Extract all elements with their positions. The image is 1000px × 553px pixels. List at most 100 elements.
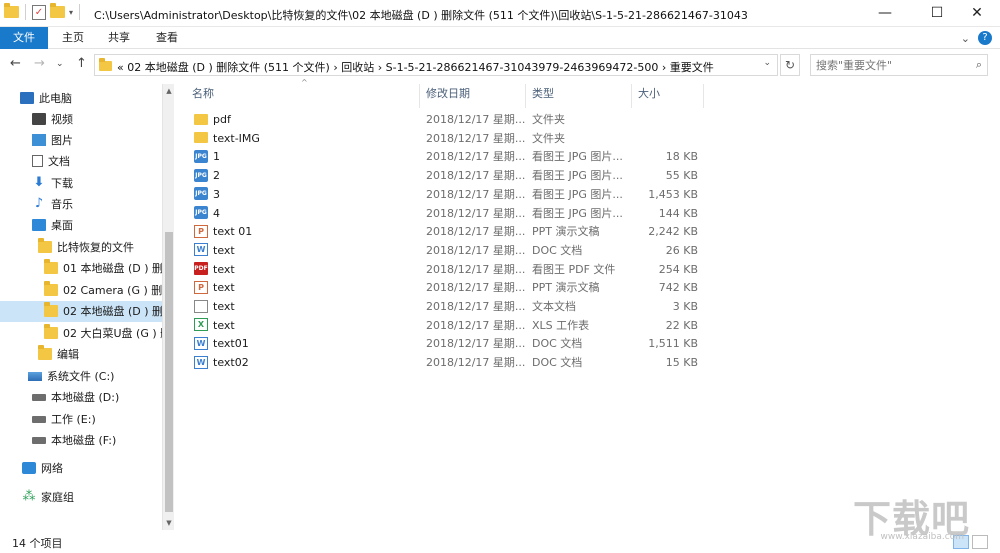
sidebar-item-label: 系统文件 (C:) (47, 370, 115, 383)
sidebar-item-folder[interactable]: 01 本地磁盘 (D ) 删除 (0, 258, 162, 279)
back-button[interactable]: ← (10, 56, 21, 71)
help-icon[interactable]: ? (978, 31, 992, 45)
address-dropdown-chevron-icon[interactable]: ⌄ (763, 58, 771, 68)
file-row[interactable]: Wtext 2018/12/17 星期... DOC 文档 26 KB (188, 242, 708, 260)
sidebar-item-network[interactable]: 网络 (0, 458, 162, 479)
sidebar-item-edit[interactable]: 编辑 (0, 344, 162, 365)
column-header-label: 名称 (192, 87, 214, 100)
scroll-up-icon[interactable]: ▲ (163, 84, 175, 98)
file-date: 2018/12/17 星期... (426, 113, 526, 126)
folder-icon (44, 281, 58, 296)
folder-icon (44, 324, 58, 339)
file-row[interactable]: Ptext 01 2018/12/17 星期... PPT 演示文稿 2,242 KB (188, 223, 708, 241)
sidebar-item-label: 图片 (51, 134, 73, 147)
file-type: 文本文档 (532, 300, 576, 313)
drive-icon (28, 371, 42, 381)
file-row[interactable]: JPG 2 2018/12/17 星期... 看图王 JPG 图片... 55 KB (188, 167, 708, 185)
file-name: text02 (213, 356, 249, 370)
up-button[interactable]: ↑ (76, 56, 87, 71)
properties-icon[interactable]: ✓ (32, 4, 46, 20)
sidebar-item-desktop[interactable]: 桌面 (0, 215, 162, 236)
expand-ribbon-chevron-icon[interactable]: ⌄ (961, 32, 970, 45)
folder-icon (4, 3, 19, 18)
tab-view[interactable]: 查看 (146, 27, 188, 49)
file-row[interactable]: PDF text 2018/12/17 星期... 看图王 PDF 文件 254 KB (188, 261, 708, 279)
file-row[interactable]: JPG 1 2018/12/17 星期... 看图王 JPG 图片... 18 KB (188, 148, 708, 166)
column-header-type[interactable]: 类型 (526, 84, 632, 108)
file-size: 1,511 KB (648, 337, 698, 351)
file-size: 22 KB (665, 318, 698, 332)
file-name-cell: pdf (194, 111, 231, 129)
video-icon (32, 113, 46, 125)
column-header-size[interactable]: 大小 (632, 84, 704, 108)
file-size: 26 KB (665, 243, 698, 257)
jpg-image-icon: JPG (194, 206, 208, 219)
sidebar-item-folder-selected[interactable]: 02 本地磁盘 (D ) 删除 (0, 301, 162, 322)
file-type: DOC 文档 (532, 243, 583, 257)
sidebar-item-videos[interactable]: 视频 (0, 109, 162, 130)
file-row[interactable]: Xtext 2018/12/17 星期... XLS 工作表 22 KB (188, 317, 708, 335)
toolbar-separator (79, 4, 81, 20)
doc-file-icon: W (194, 355, 208, 369)
file-row[interactable]: text-IMG 2018/12/17 星期... 文件夹 (188, 130, 708, 148)
sidebar-item-label: 02 本地磁盘 (D ) 删除 (63, 305, 162, 318)
sidebar-item-folder[interactable]: 02 大白菜U盘 (G ) 删 (0, 323, 162, 344)
sidebar-item-this-pc[interactable]: 此电脑 (0, 88, 162, 109)
file-size (638, 111, 698, 129)
sidebar-item-label: 下载 (51, 177, 73, 190)
sidebar-item-drive-d[interactable]: 本地磁盘 (D:) (0, 387, 162, 408)
breadcrumb[interactable]: « 02 本地磁盘 (D ) 删除文件 (511 个文件) › 回收站 › S-… (117, 59, 714, 75)
sidebar-item-recovered-files[interactable]: 比特恢复的文件 (0, 237, 162, 258)
sidebar-item-documents[interactable]: 文档 (0, 151, 162, 172)
tab-home[interactable]: 主页 (52, 27, 94, 49)
sidebar-item-downloads[interactable]: ⬇ 下载 (0, 173, 162, 194)
sidebar-item-pictures[interactable]: 图片 (0, 130, 162, 151)
scroll-down-icon[interactable]: ▼ (163, 516, 175, 530)
file-row[interactable]: Ptext 2018/12/17 星期... PPT 演示文稿 742 KB (188, 279, 708, 297)
sidebar-item-label: 02 Camera (G ) 删除 (63, 284, 162, 297)
minimize-button[interactable]: — (862, 0, 908, 27)
forward-button[interactable]: → (34, 56, 45, 71)
sidebar-item-drive-f[interactable]: 本地磁盘 (F:) (0, 430, 162, 451)
search-icon[interactable]: ⌕ (976, 58, 982, 72)
tab-file[interactable]: 文件 (0, 27, 48, 49)
file-row[interactable]: Wtext02 2018/12/17 星期... DOC 文档 15 KB (188, 354, 708, 372)
sidebar-item-drive-e[interactable]: 工作 (E:) (0, 409, 162, 430)
navigation-scrollbar[interactable]: ▲ ▼ (162, 84, 174, 530)
recent-locations-chevron-icon[interactable]: ⌄ (56, 59, 64, 69)
file-name: 4 (213, 206, 220, 220)
column-header-label: 类型 (532, 87, 554, 100)
file-date: 2018/12/17 星期... (426, 206, 526, 220)
file-type: 看图王 PDF 文件 (532, 262, 616, 276)
sidebar-item-label: 音乐 (51, 198, 73, 211)
customize-toolbar-chevron-icon[interactable]: ▾ (69, 8, 73, 17)
column-header-name[interactable]: 名称 (186, 84, 420, 108)
tab-share[interactable]: 共享 (98, 27, 140, 49)
toolbar-separator (25, 4, 26, 20)
sidebar-item-music[interactable]: ♪ 音乐 (0, 194, 162, 215)
desktop-icon (32, 219, 46, 231)
address-bar[interactable]: « 02 本地磁盘 (D ) 删除文件 (511 个文件) › 回收站 › S-… (94, 54, 778, 76)
new-folder-icon[interactable] (50, 3, 65, 18)
search-input[interactable] (811, 55, 961, 75)
sidebar-item-folder[interactable]: 02 Camera (G ) 删除 (0, 280, 162, 301)
file-row[interactable]: pdf 2018/12/17 星期... 文件夹 (188, 111, 708, 129)
folder-icon (194, 113, 208, 125)
network-icon (22, 462, 36, 474)
search-box[interactable]: ⌕ (810, 54, 988, 76)
scrollbar-thumb[interactable] (165, 232, 173, 512)
file-name: 2 (213, 169, 220, 183)
sidebar-item-drive-c[interactable]: 系统文件 (C:) (0, 366, 162, 387)
sidebar-item-homegroup[interactable]: ⁂ 家庭组 (0, 487, 162, 508)
doc-file-icon: W (194, 243, 208, 257)
refresh-button[interactable]: ↻ (780, 54, 800, 76)
file-date: 2018/12/17 星期... (426, 300, 526, 313)
column-header-date[interactable]: 修改日期 (420, 84, 526, 108)
file-row[interactable]: text 2018/12/17 星期... 文本文档 3 KB (188, 298, 708, 316)
file-row[interactable]: Wtext01 2018/12/17 星期... DOC 文档 1,511 KB (188, 335, 708, 353)
large-icons-view-icon[interactable] (972, 535, 988, 549)
file-name: text (213, 243, 235, 257)
close-button[interactable]: ✕ (954, 0, 1000, 27)
file-row[interactable]: JPG 3 2018/12/17 星期... 看图王 JPG 图片... 1,453 K… (188, 186, 708, 204)
file-row[interactable]: JPG 4 2018/12/17 星期... 看图王 JPG 图片... 144 KB (188, 205, 708, 223)
